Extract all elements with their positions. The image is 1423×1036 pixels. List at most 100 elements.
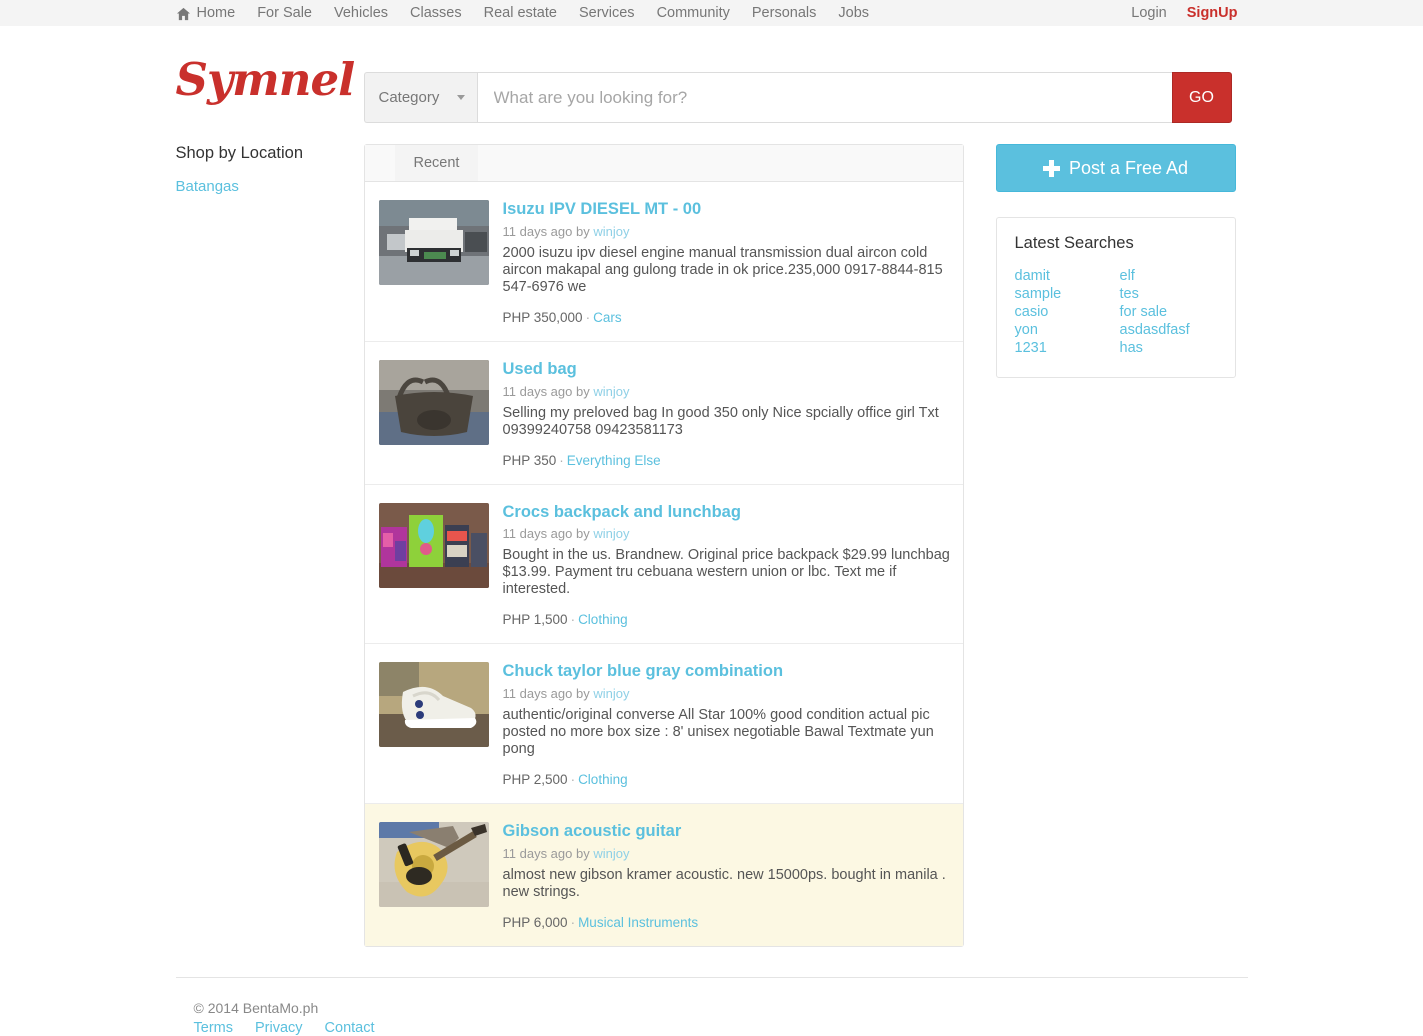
listings-panel: Recent Isuzu IPV DIESEL MT - 00 11 days … [363, 144, 964, 947]
listing-thumbnail[interactable] [378, 822, 489, 908]
listing-meta: 11 days ago by winjoy [503, 686, 951, 701]
nav-item-home[interactable]: Home [176, 5, 247, 21]
listing-description: Bought in the us. Brandnew. Original pri… [502, 547, 950, 598]
listing-body: Gibson acoustic guitar 11 days ago by wi… [489, 822, 963, 930]
listing-author[interactable]: winjoy [593, 686, 629, 701]
listing-title[interactable]: Used bag [503, 360, 951, 380]
listing-meta: 11 days ago by winjoy [503, 526, 951, 541]
plus-icon [1042, 159, 1060, 177]
post-free-ad-label: Post a Free Ad [1068, 157, 1189, 178]
login-link[interactable]: Login [1121, 0, 1176, 26]
sneaker-photo [378, 662, 489, 748]
nav-item-for-sale[interactable]: For Sale [246, 0, 323, 26]
search-term-link[interactable]: for sale [1120, 303, 1217, 321]
listing-category[interactable]: Clothing [578, 772, 628, 787]
signup-link[interactable]: SignUp [1177, 0, 1248, 26]
account-nav: Login SignUp [1121, 0, 1247, 26]
search-term-link[interactable]: damit [1015, 267, 1120, 285]
right-sidebar: Post a Free Ad Latest Searches damit elf… [995, 144, 1236, 378]
latest-searches-title: Latest Searches [1014, 234, 1134, 252]
post-free-ad-button[interactable]: Post a Free Ad [995, 144, 1236, 192]
listing-category[interactable]: Musical Instruments [578, 915, 698, 930]
latest-searches-list: damit elf sample tes casio for sale yon … [1015, 267, 1217, 357]
listing-separator: · [585, 309, 591, 325]
search-bar: Category GO [363, 72, 1232, 123]
listing-price: PHP 1,500 [502, 612, 568, 628]
top-navbar: Home For Sale Vehicles Classes Real esta… [0, 0, 1423, 26]
category-select[interactable]: Category [363, 72, 477, 123]
site-header: Symnel Category GO [176, 26, 1248, 123]
tab-recent[interactable]: Recent [394, 145, 479, 181]
listing-separator: · [570, 612, 576, 628]
listing-thumbnail[interactable] [378, 200, 489, 285]
nav-item-jobs[interactable]: Jobs [827, 0, 880, 26]
left-sidebar: Shop by Location Batangas [176, 144, 364, 197]
listing-separator: · [570, 914, 576, 930]
nav-item-personals[interactable]: Personals [741, 0, 827, 26]
listing-category[interactable]: Everything Else [567, 453, 661, 468]
listing-item[interactable]: Gibson acoustic guitar 11 days ago by wi… [364, 804, 963, 946]
footer-links: Terms Privacy Contact [194, 1020, 1248, 1036]
listing-title[interactable]: Crocs backpack and lunchbag [503, 503, 951, 523]
search-go-button[interactable]: GO [1171, 72, 1232, 123]
site-logo[interactable]: Symnel [176, 57, 356, 102]
listing-footer: PHP 1,500 · Clothing [503, 612, 951, 627]
listing-item[interactable]: Isuzu IPV DIESEL MT - 00 11 days ago by … [364, 182, 963, 342]
listing-thumbnail[interactable] [378, 662, 489, 748]
nav-item-vehicles[interactable]: Vehicles [323, 0, 399, 26]
copyright-text: © 2014 BentaMo.ph [193, 999, 319, 1016]
listing-title[interactable]: Gibson acoustic guitar [503, 822, 951, 842]
pickup-truck-photo [378, 200, 489, 285]
home-icon [176, 7, 191, 21]
search-term-link[interactable]: 1231 [1015, 339, 1120, 357]
listing-meta: 11 days ago by winjoy [503, 224, 951, 239]
search-term-link[interactable]: tes [1120, 285, 1217, 303]
location-link-batangas[interactable]: Batangas [176, 177, 354, 197]
guitar-photo [378, 822, 489, 908]
listing-thumbnail[interactable] [378, 359, 489, 445]
listing-author[interactable]: winjoy [593, 846, 629, 861]
listing-separator: · [570, 772, 576, 788]
nav-item-services[interactable]: Services [568, 0, 646, 26]
search-input[interactable] [476, 72, 1172, 123]
listing-date: 11 days ago by [502, 223, 594, 239]
listing-category[interactable]: Clothing [578, 612, 628, 627]
listing-author[interactable]: winjoy [593, 526, 629, 541]
backpack-photo [378, 502, 489, 588]
footer-link-privacy[interactable]: Privacy [255, 1020, 303, 1036]
search-column: Category GO [363, 44, 1248, 123]
listing-footer: PHP 350 · Everything Else [503, 453, 951, 468]
site-footer: © 2014 BentaMo.ph Terms Privacy Contact [175, 976, 1248, 1036]
nav-item-real-estate[interactable]: Real estate [473, 0, 568, 26]
listings-column: Recent Isuzu IPV DIESEL MT - 00 11 days … [363, 144, 964, 947]
footer-link-contact[interactable]: Contact [325, 1020, 375, 1036]
listing-body: Crocs backpack and lunchbag 11 days ago … [489, 503, 963, 628]
listing-author[interactable]: winjoy [593, 224, 629, 239]
footer-link-terms[interactable]: Terms [194, 1020, 233, 1036]
search-term-link[interactable]: casio [1015, 303, 1120, 321]
listing-thumbnail[interactable] [378, 502, 489, 588]
listing-body: Chuck taylor blue gray combination 11 da… [489, 662, 963, 787]
nav-item-community[interactable]: Community [646, 0, 741, 26]
listing-description: authentic/original converse All Star 100… [502, 707, 934, 758]
chevron-down-icon [456, 95, 465, 100]
listing-date: 11 days ago by [502, 526, 594, 542]
category-select-label: Category [378, 89, 440, 106]
listing-title[interactable]: Chuck taylor blue gray combination [503, 662, 951, 682]
search-term-link[interactable]: asdasdfasf [1120, 321, 1217, 339]
search-term-link[interactable]: yon [1015, 321, 1120, 339]
listing-description: almost new gibson kramer acoustic. new 1… [502, 866, 946, 900]
listing-item[interactable]: Crocs backpack and lunchbag 11 days ago … [364, 485, 963, 645]
search-term-link[interactable]: elf [1120, 267, 1217, 285]
nav-item-classes[interactable]: Classes [399, 0, 473, 26]
search-term-link[interactable]: sample [1015, 285, 1120, 303]
listing-price: PHP 350,000 [502, 309, 583, 325]
nav-item-home-label: Home [196, 5, 236, 21]
listing-item[interactable]: Chuck taylor blue gray combination 11 da… [364, 644, 963, 805]
listing-description: 2000 isuzu ipv diesel engine manual tran… [502, 244, 943, 295]
listing-author[interactable]: winjoy [593, 384, 629, 399]
listing-title[interactable]: Isuzu IPV DIESEL MT - 00 [503, 200, 951, 220]
search-term-link[interactable]: has [1120, 339, 1217, 357]
listing-item[interactable]: Used bag 11 days ago by winjoy Selling m… [364, 342, 963, 485]
listing-category[interactable]: Cars [593, 310, 622, 325]
